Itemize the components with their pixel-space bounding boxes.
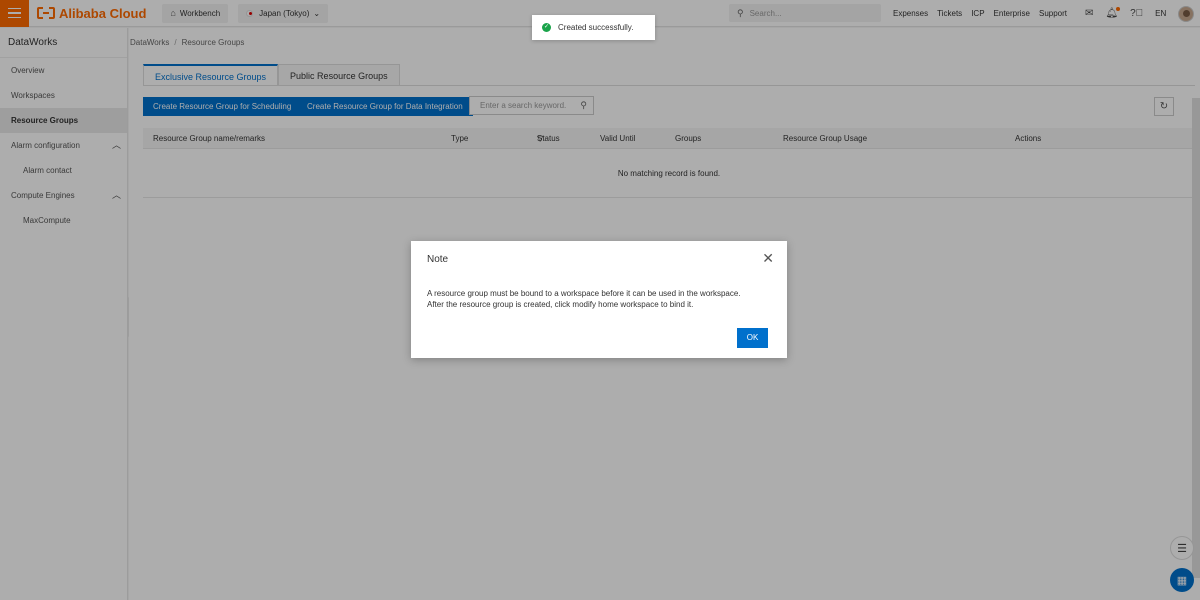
dialog-message: A resource group must be bound to a work… — [427, 288, 777, 310]
ok-button[interactable]: OK — [737, 328, 768, 348]
note-dialog: Note ✕ A resource group must be bound to… — [411, 241, 787, 358]
check-circle-icon: ✓ — [542, 23, 551, 32]
dialog-message-line-1: A resource group must be bound to a work… — [427, 289, 741, 298]
dialog-title: Note — [427, 254, 449, 265]
toast-text: Created successfully. — [558, 23, 634, 32]
success-toast: ✓ Created successfully. — [532, 15, 655, 40]
dialog-message-line-2: After the resource group is created, cli… — [427, 300, 694, 309]
close-icon[interactable]: ✕ — [762, 251, 774, 265]
